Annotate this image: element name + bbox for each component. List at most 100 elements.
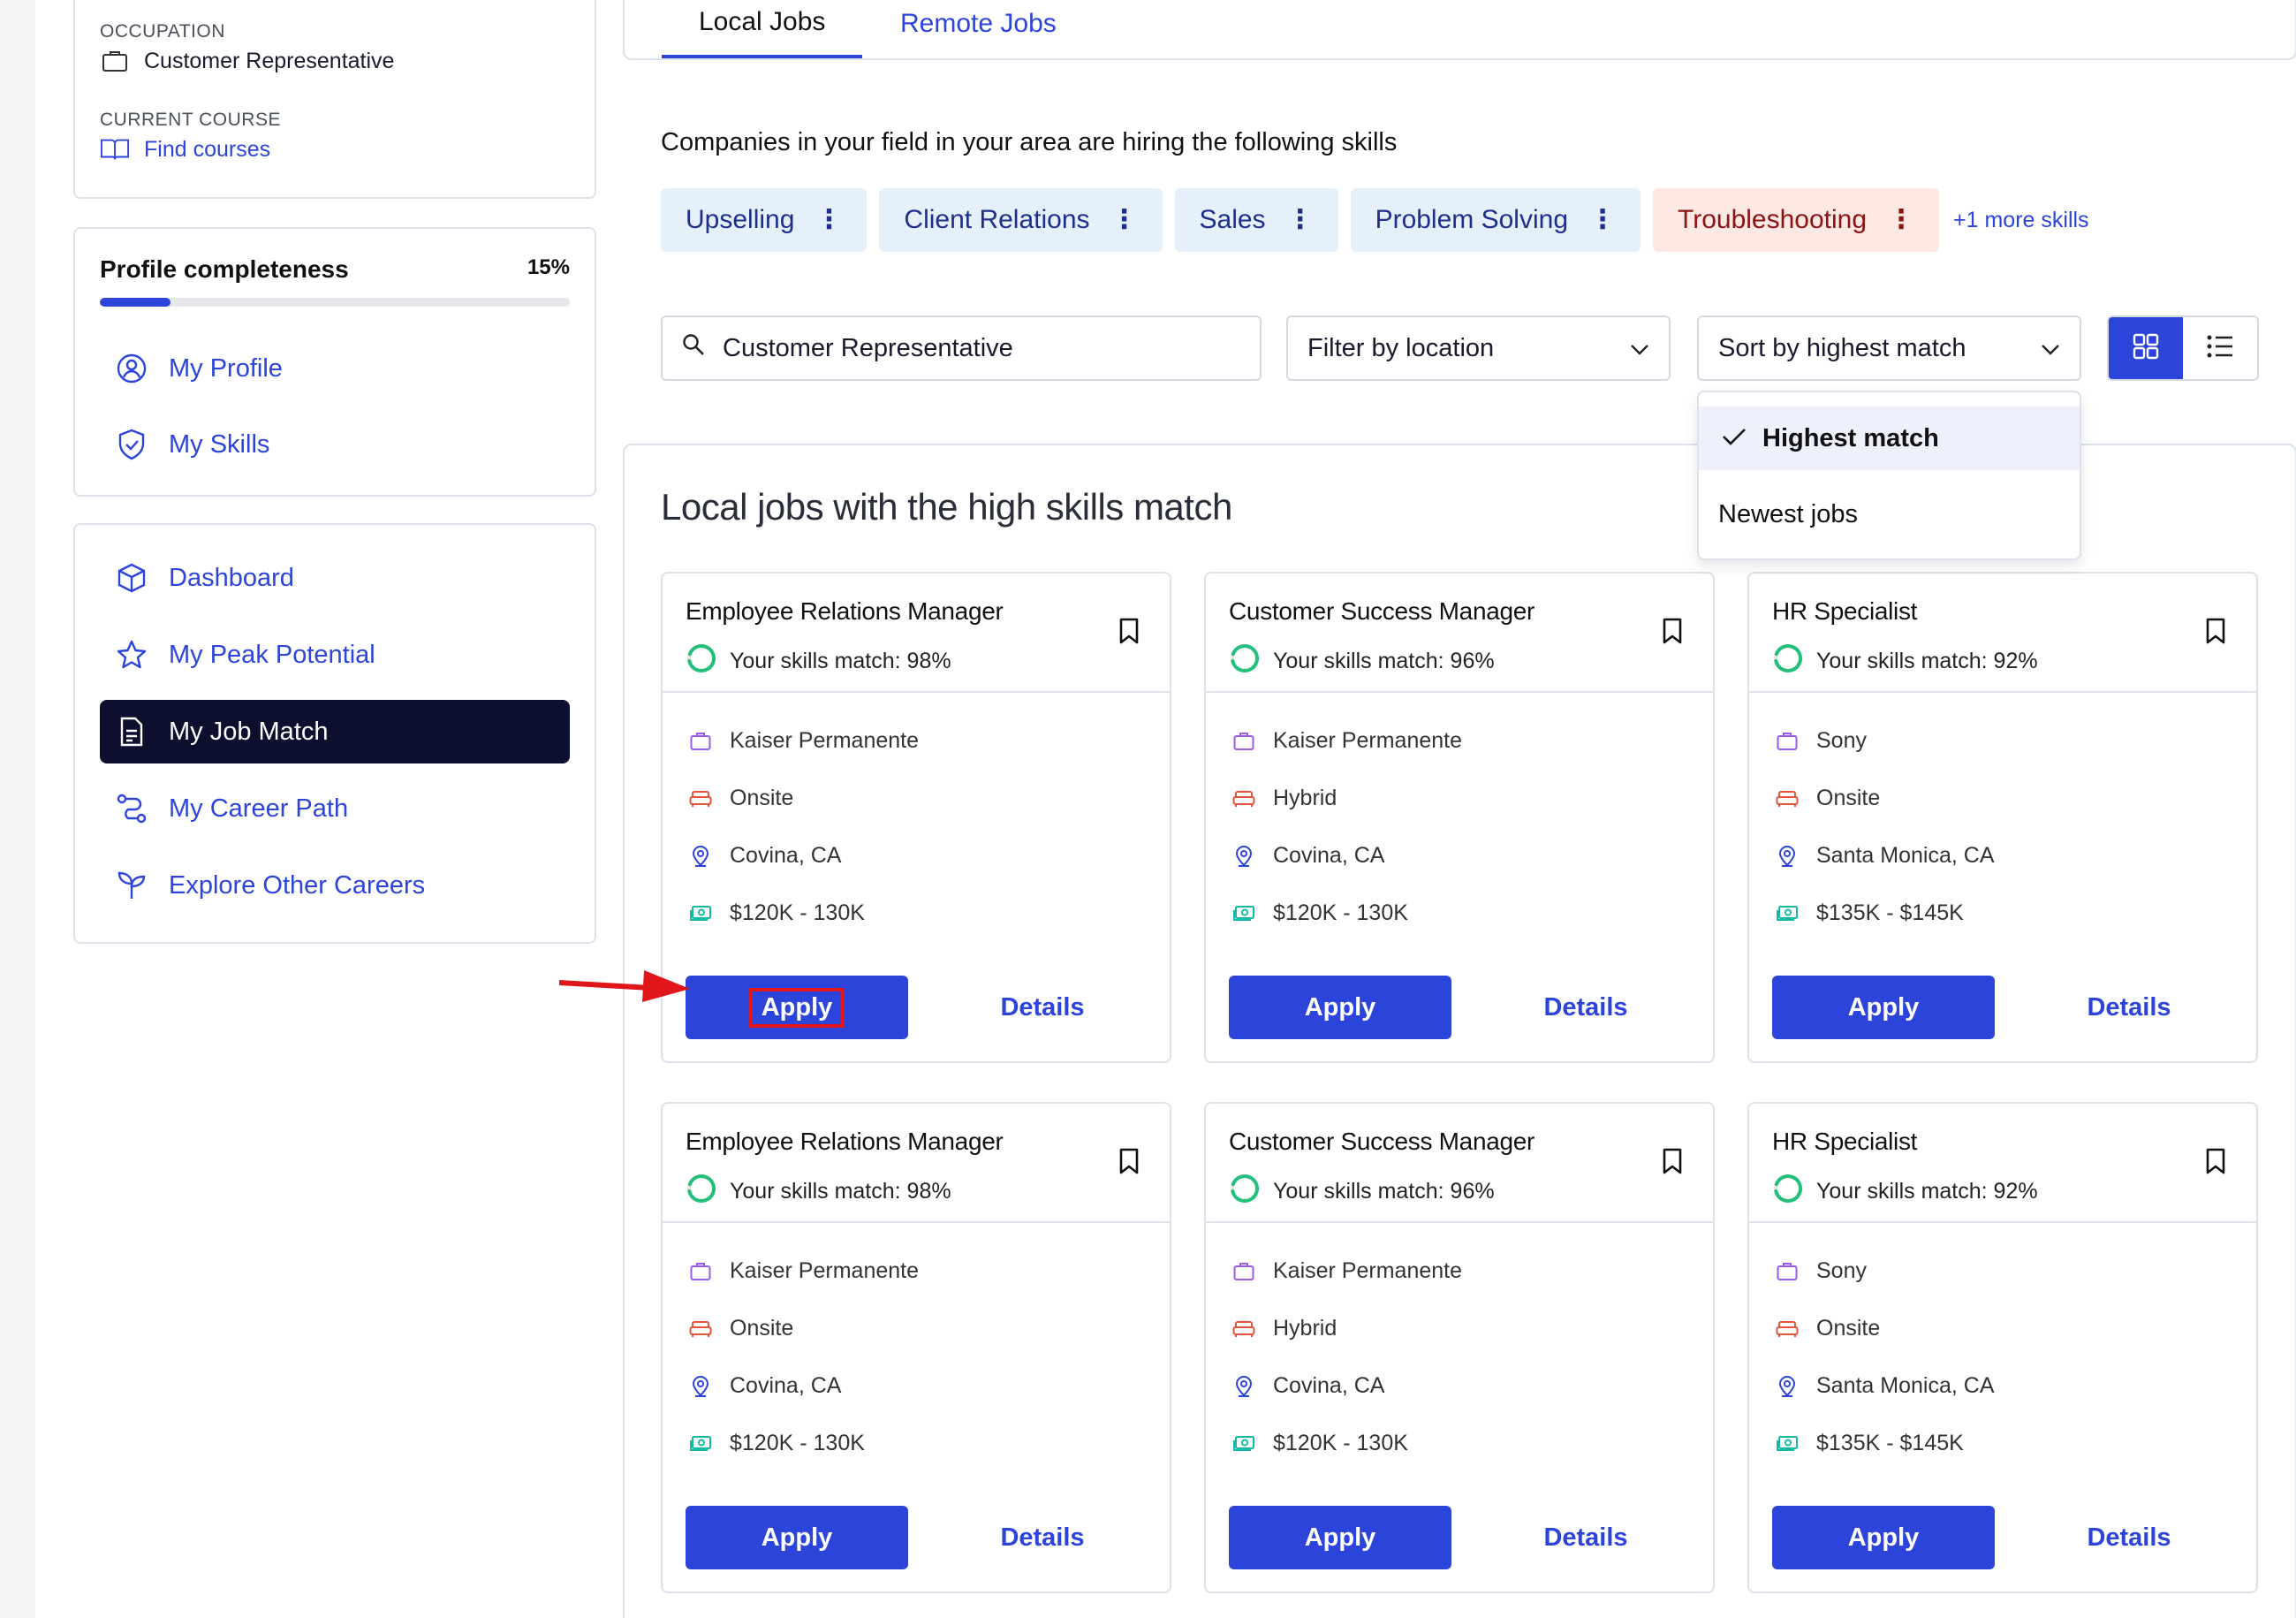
location-filter-select[interactable]: Filter by location <box>1286 315 1671 381</box>
skill-chip-label: Troubleshooting <box>1678 205 1868 234</box>
apply-button-label: Apply <box>748 987 845 1028</box>
briefcase-icon <box>1232 1260 1255 1283</box>
apply-button[interactable]: Apply <box>1772 976 1995 1039</box>
details-button[interactable]: Details <box>963 976 1122 1039</box>
job-card: HR Specialist Your skills match: 92% Sony O… <box>1747 572 2258 1063</box>
my-profile-link[interactable]: My Profile <box>100 337 570 400</box>
job-work-type: Hybrid <box>1232 786 1337 811</box>
skills-match-text: Your skills match: 92% <box>1816 1179 2038 1204</box>
briefcase-icon <box>689 730 712 753</box>
sort-option-newest-jobs[interactable]: Newest jobs <box>1699 482 2080 546</box>
briefcase-icon <box>1232 730 1255 753</box>
grid-icon <box>2132 332 2160 365</box>
job-work-type: Onsite <box>689 1316 793 1341</box>
nav-item-my-peak-potential[interactable]: My Peak Potential <box>100 623 570 687</box>
sort-option-label: Highest match <box>1762 423 1939 452</box>
job-salary: $135K - $145K <box>1776 900 1964 926</box>
apply-button[interactable]: Apply <box>686 976 908 1039</box>
kebab-menu-icon[interactable]: ⋮ <box>1111 207 1138 233</box>
tab-remote-jobs[interactable]: Remote Jobs <box>863 0 1094 58</box>
nav-item-dashboard[interactable]: Dashboard <box>100 546 570 610</box>
skills-match-text: Your skills match: 96% <box>1273 1179 1495 1204</box>
location-pin-icon <box>1232 1375 1255 1398</box>
job-title: Customer Success Manager <box>1229 1128 1535 1155</box>
sort-option-highest-match[interactable]: Highest match <box>1699 406 2080 470</box>
profile-completeness-title: Profile completeness <box>100 255 349 283</box>
nav-item-my-job-match[interactable]: My Job Match <box>100 700 570 763</box>
bookmark-icon[interactable] <box>1118 618 1140 649</box>
job-location-label: Santa Monica, CA <box>1816 843 1995 868</box>
kebab-menu-icon[interactable]: ⋮ <box>1287 207 1314 233</box>
job-location-label: Covina, CA <box>1273 843 1385 868</box>
grid-view-button[interactable] <box>2109 317 2183 379</box>
job-company-name: Kaiser Permanente <box>1273 728 1463 753</box>
more-skills-link[interactable]: +1 more skills <box>1953 208 2089 233</box>
job-location: Covina, CA <box>1232 843 1384 869</box>
job-work-type-label: Onsite <box>730 786 794 810</box>
occupation-row: Customer Representative <box>100 48 394 74</box>
skill-chip[interactable]: Problem Solving ⋮ <box>1350 188 1641 252</box>
apply-button-label: Apply <box>1304 1523 1376 1552</box>
list-view-button[interactable] <box>2183 317 2257 379</box>
sofa-icon <box>1776 787 1799 810</box>
job-company: Kaiser Permanente <box>689 1258 919 1284</box>
job-search-input[interactable]: Customer Representative <box>661 315 1262 381</box>
view-toggle <box>2107 315 2259 381</box>
job-work-type-label: Onsite <box>1816 786 1881 810</box>
skills-match: Your skills match: 98% <box>686 642 951 680</box>
skill-chip-label: Upselling <box>686 205 795 234</box>
skills-match: Your skills match: 92% <box>1772 1173 2038 1211</box>
details-button[interactable]: Details <box>2050 1506 2209 1569</box>
skills-match: Your skills match: 98% <box>686 1173 951 1211</box>
cube-icon <box>114 560 149 596</box>
book-icon <box>100 136 130 163</box>
job-card-header: Customer Success Manager Your skills matc… <box>1206 574 1713 693</box>
kebab-menu-icon[interactable]: ⋮ <box>815 207 842 233</box>
bookmark-icon[interactable] <box>1118 1148 1140 1179</box>
job-work-type: Onsite <box>1776 786 1880 811</box>
find-courses-link[interactable]: Find courses <box>100 136 270 163</box>
job-title: HR Specialist <box>1772 597 1918 625</box>
job-salary-label: $120K - 130K <box>730 900 865 925</box>
details-button[interactable]: Details <box>1506 1506 1665 1569</box>
details-button[interactable]: Details <box>1506 976 1665 1039</box>
apply-button-label: Apply <box>1847 992 1920 1022</box>
skill-chip[interactable]: Client Relations ⋮ <box>879 188 1163 252</box>
kebab-menu-icon[interactable]: ⋮ <box>1888 207 1914 233</box>
job-card: Employee Relations Manager Your skills ma… <box>661 1102 1171 1593</box>
job-work-type: Onsite <box>689 786 793 811</box>
apply-button[interactable]: Apply <box>1229 1506 1451 1569</box>
job-company-name: Sony <box>1816 1258 1867 1283</box>
bookmark-icon[interactable] <box>2205 618 2226 649</box>
match-progress-ring-icon <box>1229 1173 1261 1211</box>
nav-label-my-peak-potential: My Peak Potential <box>169 640 375 669</box>
job-salary-label: $120K - 130K <box>1273 900 1408 925</box>
apply-button[interactable]: Apply <box>1772 1506 1995 1569</box>
apply-button[interactable]: Apply <box>686 1506 908 1569</box>
nav-item-explore-other-careers[interactable]: Explore Other Careers <box>100 854 570 917</box>
bookmark-icon[interactable] <box>1662 1148 1683 1179</box>
sort-select[interactable]: Sort by highest match <box>1697 315 2081 381</box>
details-button[interactable]: Details <box>2050 976 2209 1039</box>
my-skills-link[interactable]: My Skills <box>100 413 570 476</box>
sort-select-label: Sort by highest match <box>1718 333 1966 362</box>
job-title: Employee Relations Manager <box>686 1128 1004 1155</box>
nav-item-my-career-path[interactable]: My Career Path <box>100 777 570 840</box>
job-location: Covina, CA <box>689 843 841 869</box>
location-pin-icon <box>689 1375 712 1398</box>
bookmark-icon[interactable] <box>1662 618 1683 649</box>
bookmark-icon[interactable] <box>2205 1148 2226 1179</box>
skill-chip[interactable]: Sales ⋮ <box>1174 188 1338 252</box>
skill-chips: Upselling ⋮ Client Relations ⋮ Sales ⋮ P… <box>661 188 2089 252</box>
money-icon <box>1232 902 1255 925</box>
tab-local-jobs[interactable]: Local Jobs <box>662 0 863 58</box>
profile-progress-fill <box>100 298 170 307</box>
apply-button[interactable]: Apply <box>1229 976 1451 1039</box>
kebab-menu-icon[interactable]: ⋮ <box>1589 207 1616 233</box>
job-location: Santa Monica, CA <box>1776 843 1995 869</box>
skill-chip[interactable]: Upselling ⋮ <box>661 188 868 252</box>
skills-match-text: Your skills match: 92% <box>1816 649 2038 673</box>
job-company: Kaiser Permanente <box>1232 728 1462 754</box>
skill-chip-warning[interactable]: Troubleshooting ⋮ <box>1653 188 1940 252</box>
details-button[interactable]: Details <box>963 1506 1122 1569</box>
